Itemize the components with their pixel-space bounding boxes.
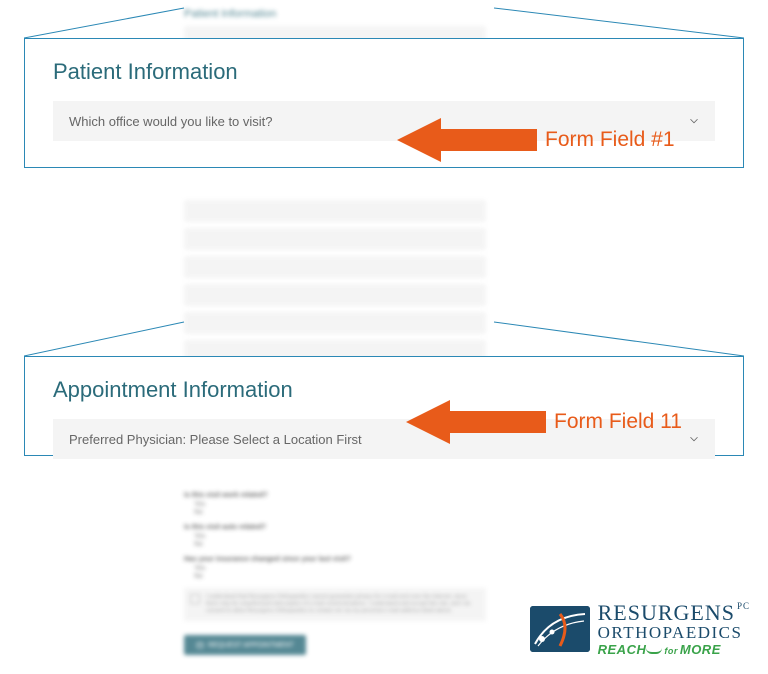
connector-lines-top xyxy=(24,6,744,40)
arrow-icon xyxy=(397,118,537,162)
calendar-icon xyxy=(196,641,204,649)
annotation-label: Form Field #1 xyxy=(545,128,675,152)
select-label: Which office would you like to visit? xyxy=(69,114,273,129)
annotation-arrow-1: Form Field #1 xyxy=(397,118,675,162)
annotation-arrow-2: Form Field 11 xyxy=(406,400,682,444)
logo-text: RESURGENSPC ORTHOPAEDICS REACHforMORE xyxy=(598,602,750,656)
arrow-icon xyxy=(406,400,546,444)
bg-checkbox xyxy=(190,594,200,604)
logo-mark-icon xyxy=(530,606,590,652)
bg-radio-group: Has your insurance changed since your la… xyxy=(184,556,486,580)
callout-heading: Patient Information xyxy=(53,59,715,85)
request-appointment-button: REQUEST APPOINTMENT xyxy=(184,635,306,655)
bg-field xyxy=(184,228,486,250)
chevron-down-icon xyxy=(687,114,701,128)
bg-radio-group: Is this visit auto related? Yes No xyxy=(184,524,486,548)
annotation-label: Form Field 11 xyxy=(554,410,682,434)
connector-lines-bottom xyxy=(24,320,744,358)
bg-field xyxy=(184,256,486,278)
bg-disclaimer: I understand that Resurgens Orthopaedics… xyxy=(184,588,486,621)
select-label: Preferred Physician: Please Select a Loc… xyxy=(69,432,362,447)
bg-radio-group: Is this visit work related? Yes No xyxy=(184,492,486,516)
resurgens-logo: RESURGENSPC ORTHOPAEDICS REACHforMORE xyxy=(530,602,750,656)
bg-field xyxy=(184,284,486,306)
chevron-down-icon xyxy=(687,432,701,446)
bg-field xyxy=(184,200,486,222)
